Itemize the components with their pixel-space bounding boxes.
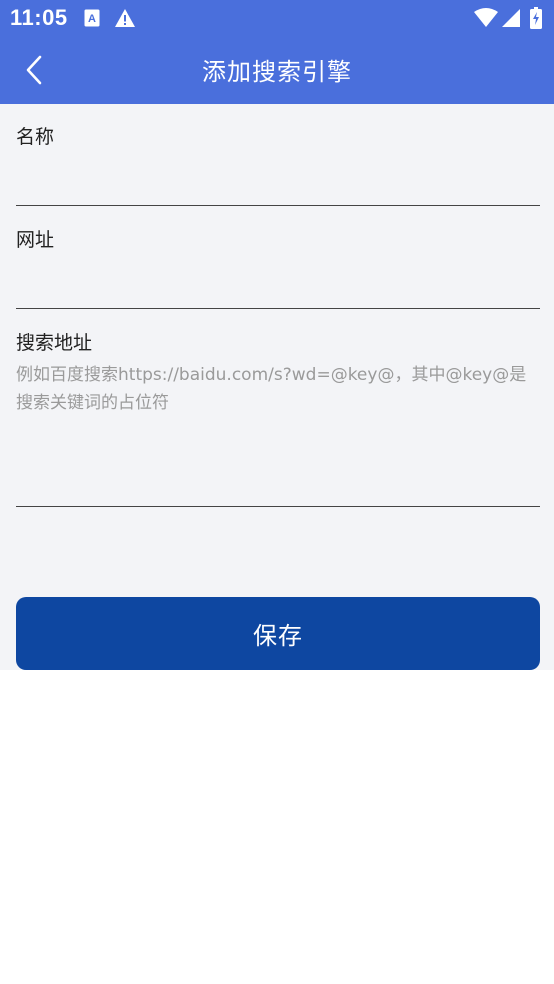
status-time: 11:05 [10,5,68,30]
signal-icon [502,8,520,28]
wifi-icon [474,8,498,28]
search-url-underline [16,506,540,507]
name-input[interactable] [16,170,540,200]
url-underline [16,308,540,309]
save-button[interactable]: 保存 [16,597,540,670]
form-content: 名称 网址 搜索地址 保存 [0,104,554,670]
page-title: 添加搜索引擎 [202,58,352,86]
battery-charging-icon [530,7,542,29]
search-url-label: 搜索地址 [16,332,93,354]
app-bar: 添加搜索引擎 [0,36,554,104]
svg-text:A: A [88,13,96,25]
name-label: 名称 [16,126,55,148]
font-a-icon: A [84,8,100,28]
url-input[interactable] [16,274,540,304]
warning-icon [114,8,136,28]
url-label: 网址 [16,229,55,251]
name-underline [16,205,540,206]
app-header: 11:05 A 添加搜索引擎 [0,0,554,104]
status-bar: 11:05 A [0,0,554,36]
search-url-input[interactable] [16,361,540,501]
